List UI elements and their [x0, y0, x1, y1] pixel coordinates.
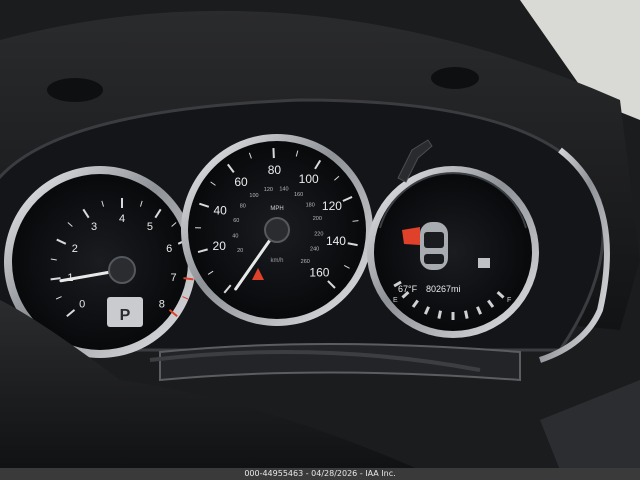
- speedometer-kmh-label: 40: [232, 233, 238, 239]
- speedometer-mph-label: 80: [268, 163, 282, 177]
- speedometer-mph-label: 20: [213, 239, 227, 253]
- speedometer-kmh-unit-label: km/h: [270, 258, 283, 264]
- speedometer-kmh-label: 20: [237, 248, 243, 254]
- speedometer-mph-label: 40: [214, 204, 228, 218]
- fuel-segment: [437, 310, 442, 319]
- speedometer-hub: [264, 217, 290, 243]
- tachometer-tick-label: 3: [91, 221, 97, 233]
- tachometer-tick: [50, 277, 61, 281]
- car-top-view-icon: [420, 222, 448, 270]
- speedometer-kmh-label: 220: [314, 232, 323, 238]
- speedometer-mph-label: 160: [309, 265, 329, 279]
- tachometer-tick-label: 4: [119, 213, 125, 225]
- tachometer-tick-label: 8: [159, 298, 165, 310]
- speedometer-kmh-label: 100: [249, 193, 258, 199]
- speedometer-mph-label: 140: [326, 234, 346, 248]
- speedometer-tick: [352, 220, 359, 222]
- speedometer-unit-label: MPH: [270, 206, 283, 212]
- gear-indicator: P: [120, 307, 131, 324]
- tachometer-tick: [183, 277, 194, 281]
- speedometer-mph-label: 60: [234, 175, 248, 189]
- speedometer-kmh-label: 180: [306, 202, 315, 208]
- tachometer-tick-label: 2: [72, 243, 78, 255]
- speedometer-kmh-label: 140: [279, 187, 288, 193]
- speedometer-mph-label: 120: [322, 199, 342, 213]
- hood-vent-left: [47, 78, 103, 102]
- fuel-pump-icon: [478, 258, 490, 268]
- speedometer-kmh-label: 200: [313, 216, 322, 222]
- tachometer-tick-label: 0: [79, 298, 85, 310]
- speedometer-kmh-label: 160: [294, 192, 303, 198]
- fuel-empty-label: E: [393, 297, 398, 304]
- fuel-segment: [464, 310, 469, 319]
- dashboard-photo: 012345678 P 20406080100120140160 2040608…: [0, 0, 640, 480]
- tachometer-tick-label: 6: [166, 243, 172, 255]
- tachometer-hub: [108, 256, 136, 284]
- speedometer-kmh-label: 80: [240, 204, 246, 210]
- fuel-full-label: F: [507, 297, 511, 304]
- speedometer: 20406080100120140160 20406080100120 14016…: [181, 134, 373, 326]
- tachometer-tick-label: 5: [147, 221, 153, 233]
- watermark: 000-44955463 - 04/28/2026 - IAA Inc.: [0, 468, 640, 480]
- speedometer-mph-label: 100: [299, 172, 319, 186]
- speedometer-kmh-label: 260: [301, 259, 310, 265]
- tachometer-tick-label: 7: [170, 272, 176, 284]
- hood-vent-right: [431, 67, 479, 89]
- door-open-icon: [402, 227, 420, 245]
- info-display: 67°F 80267mi E F: [367, 166, 539, 338]
- odometer-reading: 80267mi: [426, 284, 461, 294]
- speedometer-kmh-label: 60: [233, 218, 239, 224]
- speedometer-kmh-label: 120: [264, 187, 273, 193]
- speedometer-kmh-label: 240: [310, 247, 319, 253]
